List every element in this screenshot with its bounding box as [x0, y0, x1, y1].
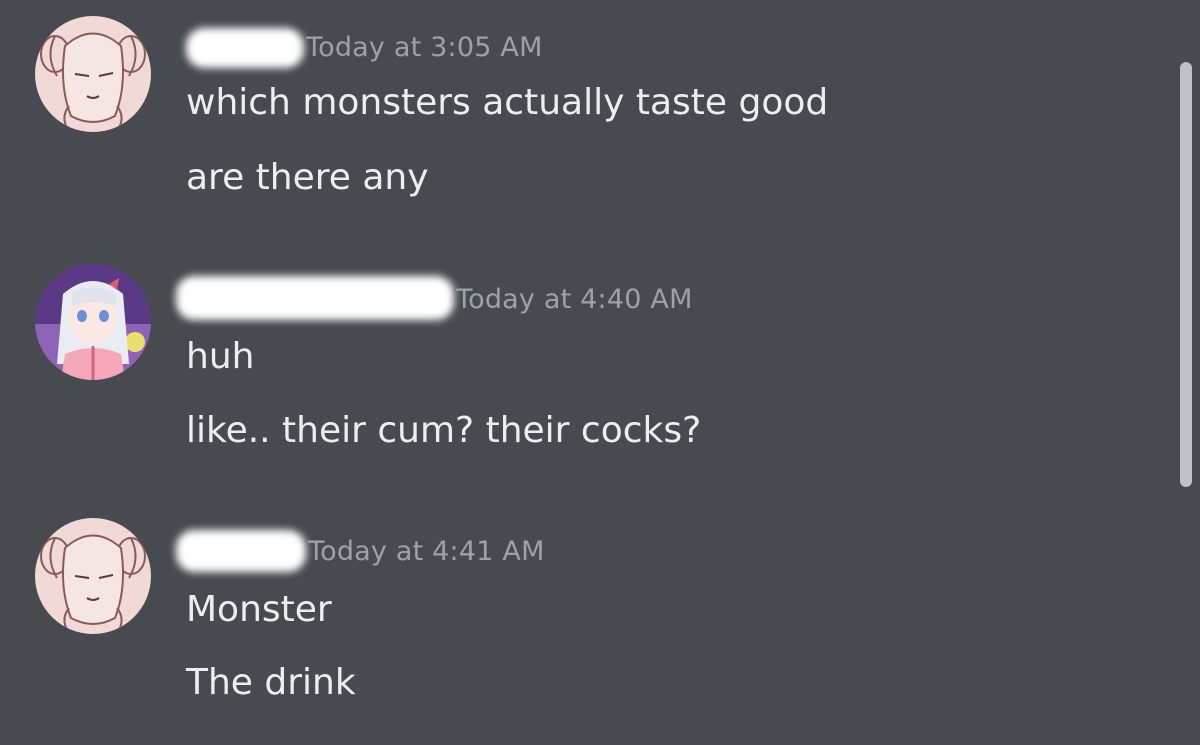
message-text: are there any — [186, 157, 429, 198]
avatar[interactable] — [35, 16, 151, 132]
message-timestamp: Today at 4:41 AM — [308, 536, 545, 567]
sheep-girl-avatar-icon — [35, 16, 151, 132]
avatar[interactable] — [35, 264, 151, 380]
message-timestamp: Today at 3:05 AM — [306, 32, 543, 63]
message-text: like.. their cum? their cocks? — [186, 410, 702, 451]
sheep-girl-avatar-icon — [35, 518, 151, 634]
avatar[interactable] — [35, 518, 151, 634]
username-redacted[interactable] — [186, 28, 304, 68]
username-redacted[interactable] — [176, 530, 306, 572]
message-text: huh — [186, 336, 255, 377]
message-text: which monsters actually taste good — [186, 82, 829, 123]
message-text: The drink — [186, 662, 356, 703]
message-text: Monster — [186, 589, 332, 630]
chat-message-list: Today at 3:05 AM which monsters actually… — [0, 0, 1200, 745]
white-hair-girl-avatar-icon — [35, 264, 151, 380]
message-timestamp: Today at 4:40 AM — [456, 284, 693, 315]
scrollbar[interactable] — [1180, 62, 1192, 487]
username-redacted[interactable] — [176, 276, 454, 320]
